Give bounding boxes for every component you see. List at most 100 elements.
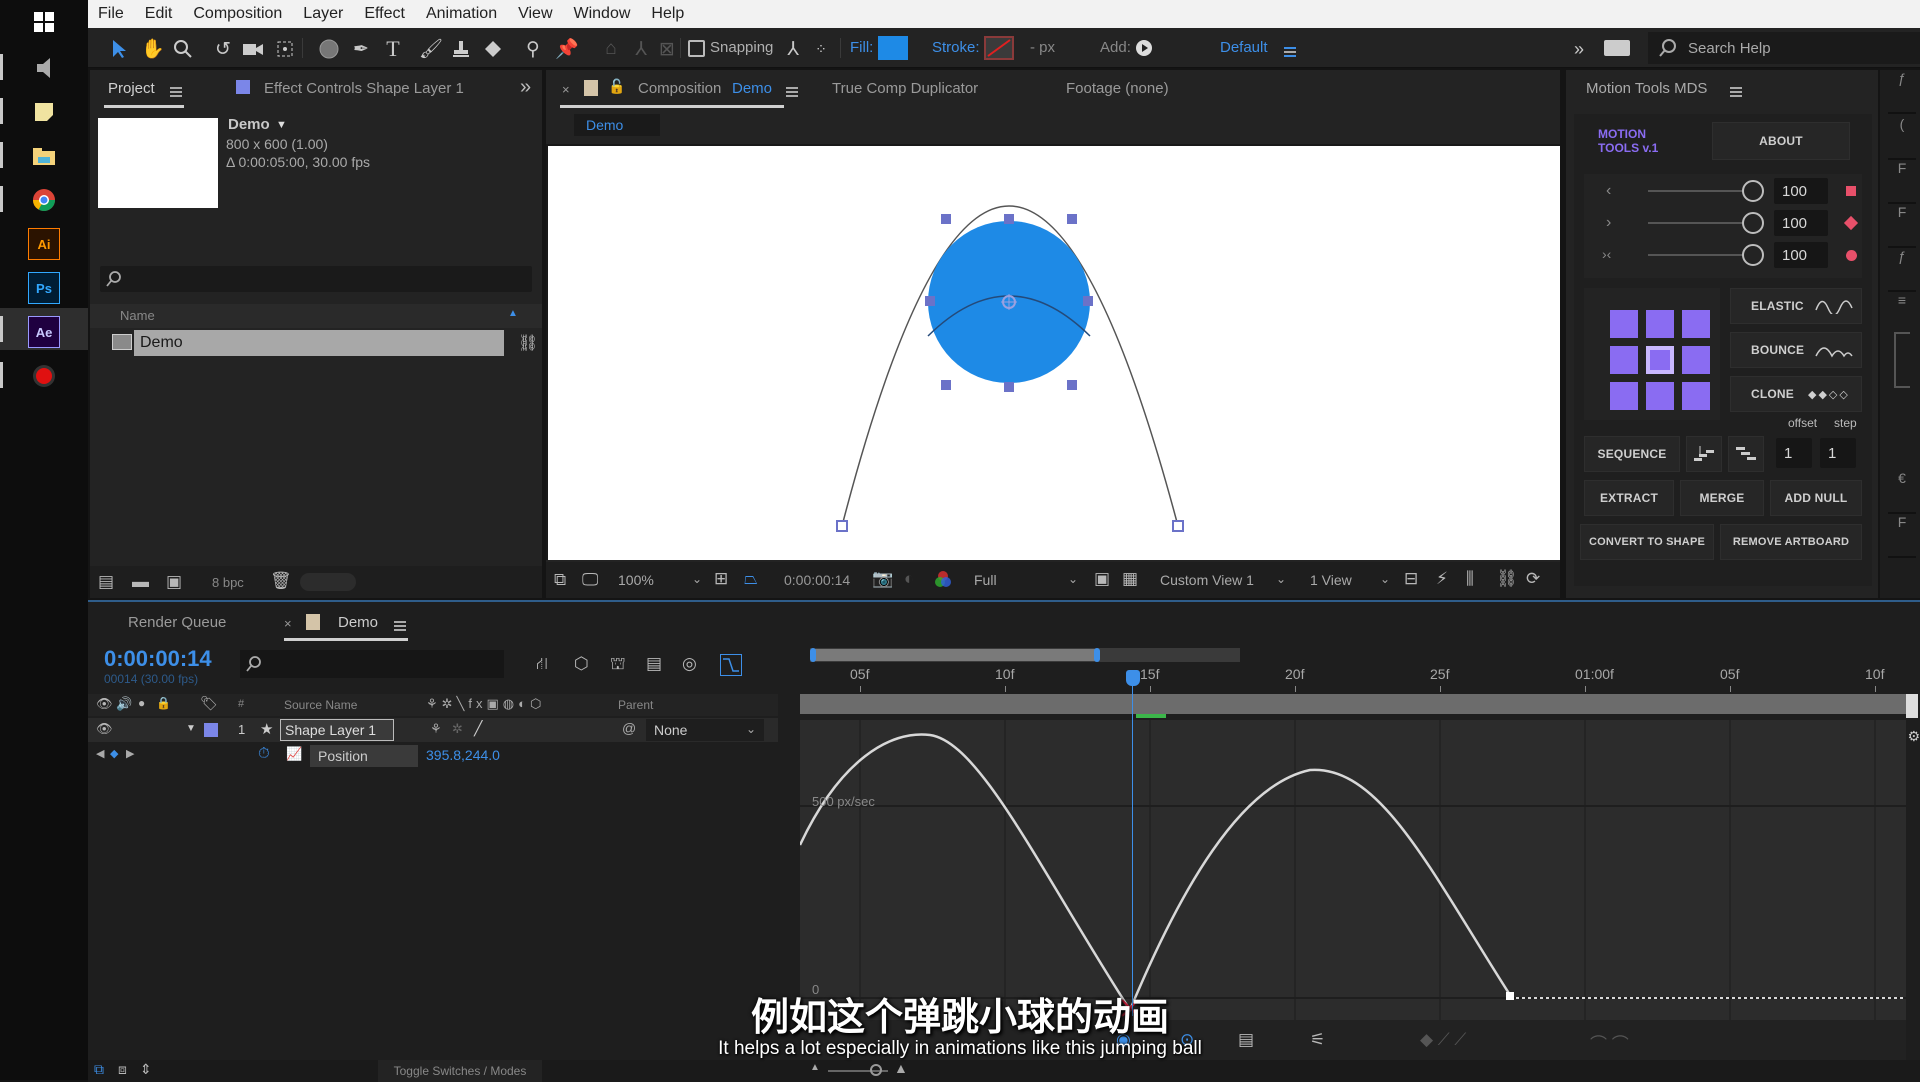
comp-breadcrumb[interactable]: Demo (574, 114, 660, 136)
work-area-bar[interactable] (800, 694, 1906, 714)
bit-depth[interactable]: 8 bpc (212, 575, 244, 590)
sort-ascending-icon[interactable]: ▲ (508, 308, 518, 319)
tab-composition-label[interactable]: Composition (638, 80, 721, 97)
menu-edit[interactable]: Edit (145, 5, 173, 23)
extract-button[interactable]: EXTRACT (1584, 480, 1674, 516)
work-area-end-handle[interactable] (1906, 694, 1918, 718)
project-menu-icon[interactable] (170, 83, 182, 101)
anchor-top-left[interactable] (1610, 310, 1638, 338)
close-tab-icon[interactable]: × (562, 82, 570, 97)
side-panel-button[interactable]: F (1888, 160, 1916, 204)
menu-file[interactable]: File (98, 5, 124, 23)
solo-toggle-icon[interactable]: ● (138, 696, 145, 710)
side-panel-button[interactable]: F (1888, 514, 1916, 558)
menu-layer[interactable]: Layer (303, 5, 343, 23)
transparency-grid-icon[interactable]: ▦ (1122, 569, 1138, 589)
add-menu-button[interactable] (1136, 40, 1152, 56)
motion-blur-icon[interactable]: ◎ (682, 654, 697, 674)
new-folder-icon[interactable]: ▬ (132, 572, 149, 592)
draft-3d-icon[interactable]: ⬡ (574, 654, 589, 674)
timeline-zoom-knob[interactable] (870, 1064, 882, 1076)
chevron-down-icon[interactable]: ⌄ (1276, 572, 1286, 586)
side-panel-button[interactable]: ( (1888, 116, 1916, 160)
illustrator-icon[interactable]: Ai (28, 228, 60, 260)
layer-row[interactable]: 👁 ▼ 1 ★ Shape Layer 1 ⚘ ✲ ╱ @ None ⌄ (88, 718, 778, 742)
comp-canvas[interactable] (548, 146, 1560, 560)
side-panel-button[interactable]: € (1888, 470, 1916, 514)
close-tab-icon[interactable]: × (284, 616, 292, 631)
add-null-button[interactable]: ADD NULL (1770, 480, 1862, 516)
parent-pickwhip-icon[interactable]: @ (622, 720, 636, 736)
ease-out-input[interactable]: 100 (1774, 210, 1828, 236)
stroke-color-swatch[interactable] (984, 36, 1014, 60)
prev-keyframe-icon[interactable]: ◀ (96, 747, 104, 760)
anchor-middle-left[interactable] (1610, 346, 1638, 374)
new-composition-icon[interactable]: ▣ (166, 572, 182, 592)
axis-mode-icon[interactable]: ⌂ (598, 36, 624, 62)
comp-name[interactable]: Demo (228, 116, 270, 133)
ease-both-slider[interactable] (1742, 244, 1764, 266)
show-snapshot-icon[interactable]: ◐ (904, 569, 914, 589)
tab-footage[interactable]: Footage (none) (1066, 80, 1169, 97)
ease-both-input[interactable]: 100 (1774, 242, 1828, 268)
motion-tools-menu-icon[interactable] (1730, 83, 1742, 101)
ellipse-tool-icon[interactable] (316, 36, 342, 62)
shy-layers-icon[interactable]: ⛫ (610, 654, 626, 676)
sequence-reverse-icon[interactable] (1728, 436, 1764, 472)
parent-dropdown[interactable]: None ⌄ (646, 719, 764, 741)
offset-input[interactable]: 1 (1776, 438, 1812, 468)
menu-composition[interactable]: Composition (193, 5, 282, 23)
primary-viewer-icon[interactable]: 🖵 (582, 570, 598, 590)
sticky-notes-icon[interactable] (28, 96, 60, 128)
toggle-switches-modes-button[interactable]: Toggle Switches / Modes (378, 1060, 542, 1082)
project-search-input[interactable] (100, 266, 532, 292)
eraser-tool-icon[interactable] (480, 36, 506, 62)
selection-tool-icon[interactable] (106, 36, 132, 62)
zoom-out-icon[interactable]: ▲ (810, 1062, 820, 1073)
layer-visibility-icon[interactable]: 👁 (96, 721, 113, 737)
graph-toggle-icon[interactable]: 📈 (286, 746, 302, 762)
always-preview-icon[interactable]: ⧉ (554, 570, 566, 590)
collapse-switch-icon[interactable]: ✲ (452, 721, 463, 737)
remove-artboard-button[interactable]: REMOVE ARTBOARD (1720, 524, 1862, 560)
tab-motion-tools[interactable]: Motion Tools MDS (1586, 80, 1707, 97)
record-icon[interactable] (28, 360, 60, 392)
side-panel-button[interactable]: F (1888, 204, 1916, 248)
snap-edges-icon[interactable]: ⅄ (780, 36, 806, 62)
flowchart-icon[interactable]: ⛓ (518, 333, 538, 353)
project-zoom-slider[interactable] (300, 573, 356, 591)
column-source-name[interactable]: Source Name (284, 698, 357, 712)
tab-project[interactable]: Project (108, 80, 155, 97)
project-item-row[interactable]: Demo ⛓ (90, 330, 542, 356)
panel-overflow-icon[interactable]: » (520, 76, 531, 99)
column-number[interactable]: # (238, 698, 244, 710)
chevron-down-icon[interactable]: ⌄ (1380, 572, 1390, 586)
layer-name-field[interactable]: Shape Layer 1 (280, 719, 394, 741)
anchor-center[interactable] (1646, 346, 1674, 374)
lock-toggle-icon[interactable]: 🔒 (156, 696, 171, 710)
interpret-footage-icon[interactable]: ▤ (98, 572, 114, 592)
clone-button[interactable]: CLONE ◆◆◇◇ (1730, 376, 1862, 412)
comp-flowchart-icon[interactable]: ⛓ (1496, 569, 1518, 589)
tab-true-comp-duplicator[interactable]: True Comp Duplicator (832, 80, 978, 97)
transfer-controls-icon[interactable]: ⧈ (118, 1061, 127, 1078)
layer-label-color[interactable] (204, 723, 218, 737)
audio-toggle-icon[interactable]: 🔊 (116, 696, 132, 712)
file-explorer-icon[interactable] (28, 140, 60, 172)
timeline-menu-icon[interactable] (394, 617, 406, 635)
camera-tool-icon[interactable] (240, 36, 266, 62)
anchor-top-right[interactable] (1682, 310, 1710, 338)
comp-mini-flowchart-icon[interactable]: ⛙ (536, 654, 548, 676)
view-dropdown[interactable]: Custom View 1 (1160, 572, 1254, 588)
current-time-indicator[interactable] (1126, 670, 1140, 686)
fast-previews-icon[interactable]: ⚡ (1436, 569, 1448, 589)
tab-timeline-demo[interactable]: Demo (338, 614, 378, 631)
anchor-bottom-center[interactable] (1646, 382, 1674, 410)
rotate-tool-icon[interactable]: ↺ (210, 36, 236, 62)
ease-both-apply-button[interactable] (1846, 250, 1857, 261)
photoshop-icon[interactable]: Ps (28, 272, 60, 304)
safe-margins-icon[interactable]: ⊞ (714, 569, 728, 589)
composition-menu-icon[interactable] (786, 83, 798, 101)
frame-blending-icon[interactable]: ▤ (646, 654, 662, 674)
menu-effect[interactable]: Effect (364, 5, 405, 23)
